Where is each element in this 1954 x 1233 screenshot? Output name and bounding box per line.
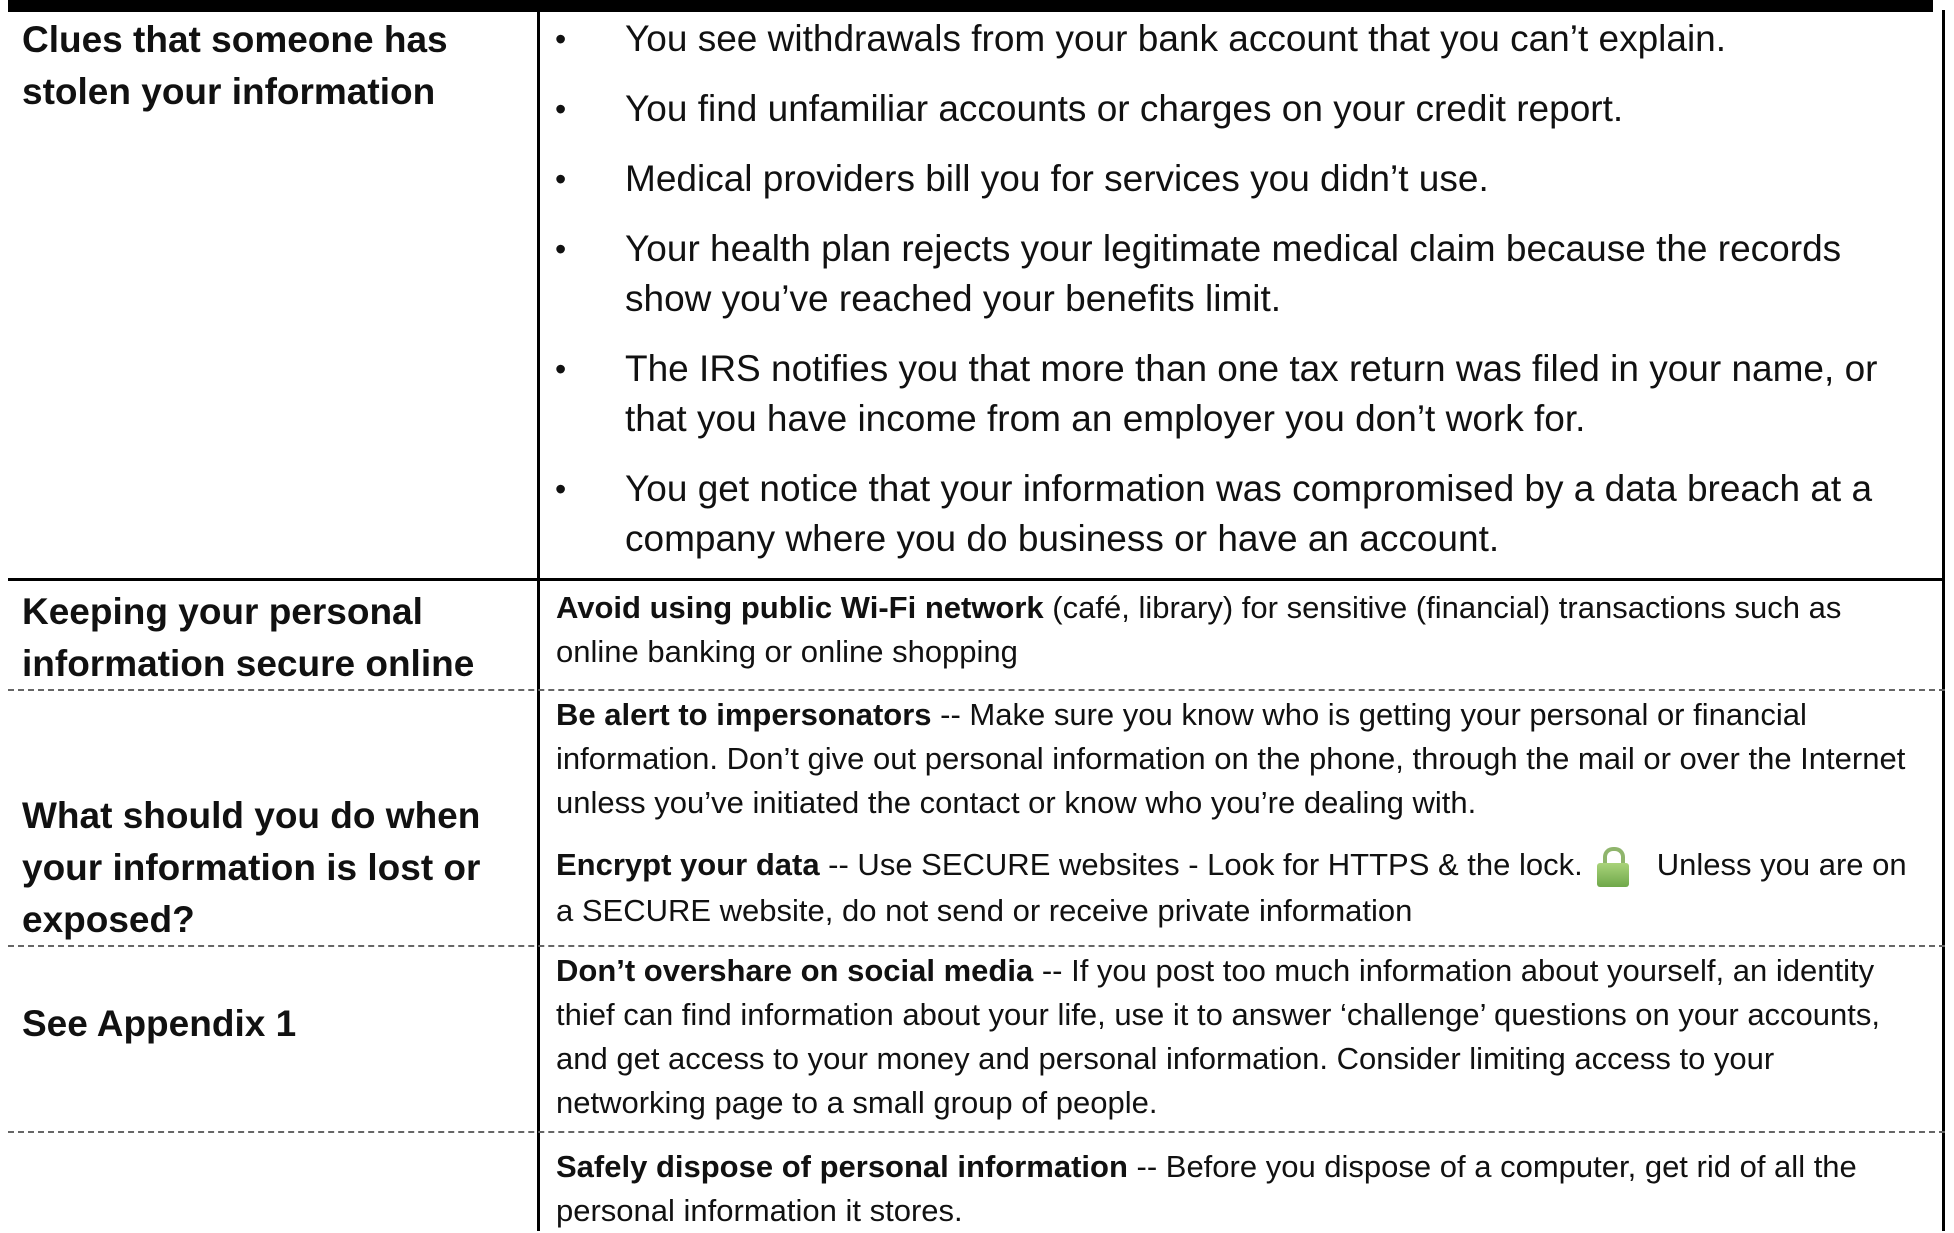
clue-text: You see withdrawals from your bank accou… [625, 18, 1727, 59]
secure-online-heading: Keeping your personal information secure… [22, 591, 475, 684]
lock-icon [1596, 845, 1629, 889]
clue-text: You get notice that your information was… [625, 468, 1873, 559]
clues-list: • You see withdrawals from your bank acco… [555, 14, 1925, 584]
list-item: • Medical providers bill you for services… [555, 154, 1925, 204]
appendix-reference: See Appendix 1 [22, 1003, 297, 1044]
list-item: • You see withdrawals from your bank acco… [555, 14, 1925, 64]
tip-social-media: Don’t overshare on social media -- If yo… [556, 949, 1926, 1125]
lost-exposed-heading: What should you do when your information… [22, 795, 481, 940]
tip-title: Encrypt your data [556, 847, 820, 882]
clue-text: The IRS notifies you that more than one … [625, 348, 1878, 439]
tip-public-wifi: Avoid using public Wi-Fi network (café, … [556, 586, 1926, 674]
list-item: • You get notice that your information wa… [555, 464, 1925, 564]
tip-title: Don’t overshare on social media [556, 953, 1034, 988]
bullet: • [555, 161, 567, 197]
bullet: • [555, 471, 567, 507]
bullet: • [555, 231, 567, 267]
tip-impersonators: Be alert to impersonators -- Make sure y… [556, 693, 1926, 825]
clue-text: You find unfamiliar accounts or charges … [625, 88, 1624, 129]
list-item: • Your health plan rejects your legitimat… [555, 224, 1925, 324]
clue-text: Your health plan rejects your legitimate… [625, 228, 1842, 319]
tip-text: -- Use SECURE websites - Look for HTTPS … [819, 847, 1583, 882]
tip-dispose: Safely dispose of personal information -… [556, 1145, 1926, 1233]
info-table: Clues that someone has stolen your infor… [0, 0, 1954, 1231]
clues-heading: Clues that someone has stolen your infor… [22, 19, 448, 112]
bullet: • [555, 21, 567, 57]
table-top-border [8, 0, 1933, 12]
tip-encrypt: Encrypt your data -- Use SECURE websites… [556, 843, 1926, 933]
list-item: • You find unfamiliar accounts or charges… [555, 84, 1925, 134]
tip-title: Be alert to impersonators [556, 697, 932, 732]
tip-title: Avoid using public Wi-Fi network [556, 590, 1044, 625]
right-border [1942, 10, 1945, 1231]
row-divider [8, 1131, 1945, 1133]
tip-title: Safely dispose of personal information [556, 1149, 1128, 1184]
bullet: • [555, 351, 567, 387]
clue-text: Medical providers bill you for services … [625, 158, 1489, 199]
column-divider [537, 10, 540, 1231]
list-item: • The IRS notifies you that more than one… [555, 344, 1925, 444]
bullet: • [555, 91, 567, 127]
